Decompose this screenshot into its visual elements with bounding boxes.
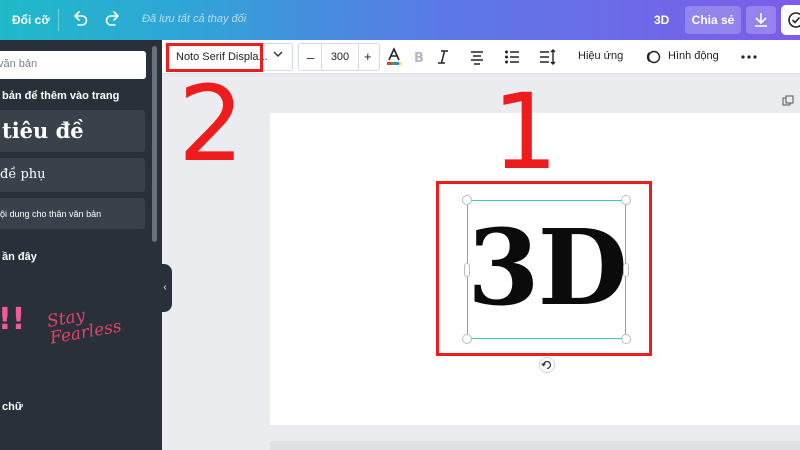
download-button[interactable] <box>746 6 776 34</box>
animate-icon <box>646 50 661 64</box>
rotate-icon <box>541 360 552 370</box>
text-color-icon[interactable] <box>386 47 402 67</box>
download-icon <box>755 13 767 27</box>
recent-text-style-1[interactable]: !! <box>0 302 25 337</box>
search-input[interactable]: văn bản <box>0 51 146 79</box>
add-body-text-button[interactable]: ội dung cho thân văn bản <box>0 198 145 229</box>
resize-button[interactable]: Đổi cỡ <box>12 13 50 27</box>
publish-button[interactable] <box>781 5 800 35</box>
annotation-number-2: 2 <box>178 63 245 185</box>
text-sidebar: văn bản bản để thêm vào trang tiêu đề đề… <box>0 40 162 450</box>
check-circle-icon <box>788 12 800 28</box>
svg-text:B: B <box>414 51 424 66</box>
duplicate-page-icon[interactable] <box>782 95 794 107</box>
design-name[interactable]: 3D <box>654 13 669 27</box>
increase-size-button[interactable]: + <box>364 49 372 64</box>
save-status: Đã lưu tất cả thay đổi <box>142 13 247 25</box>
animate-button[interactable]: Hình động <box>668 50 719 62</box>
bold-icon[interactable]: B <box>412 47 426 67</box>
more-options-icon[interactable] <box>740 47 758 67</box>
effects-button[interactable]: Hiệu ứng <box>578 50 623 62</box>
chevron-down-icon[interactable] <box>273 50 283 58</box>
align-center-icon[interactable] <box>469 47 485 67</box>
divider <box>58 9 59 31</box>
recent-text-style-2[interactable]: Stay Fearless <box>46 294 162 349</box>
sidebar-scrollbar[interactable] <box>152 46 157 242</box>
decrease-size-button[interactable]: – <box>307 50 314 65</box>
top-bar: Đổi cỡ Đã lưu tất cả thay đổi 3D Chia sẻ <box>0 0 800 40</box>
next-page[interactable] <box>270 441 800 450</box>
font-size-stepper: – 300 + <box>298 43 380 71</box>
collapse-sidebar-button[interactable]: ‹ <box>158 264 172 312</box>
fonts-heading: chữ <box>2 401 23 413</box>
text-element-highlight <box>436 181 652 356</box>
share-button[interactable]: Chia sẻ <box>685 6 741 34</box>
italic-icon[interactable] <box>436 47 450 67</box>
section-heading: bản để thêm vào trang <box>2 90 120 102</box>
redo-icon[interactable] <box>103 8 123 30</box>
add-heading-button[interactable]: tiêu đề <box>0 110 145 152</box>
spacing-icon[interactable] <box>539 47 557 67</box>
recent-heading: ần đây <box>2 251 37 263</box>
font-size-input[interactable]: 300 <box>321 44 359 70</box>
list-icon[interactable] <box>504 47 520 67</box>
undo-icon[interactable] <box>70 8 90 30</box>
rotate-handle[interactable] <box>539 357 555 373</box>
annotation-number-1: 1 <box>492 71 559 193</box>
add-subheading-button[interactable]: đề phụ <box>0 158 145 192</box>
